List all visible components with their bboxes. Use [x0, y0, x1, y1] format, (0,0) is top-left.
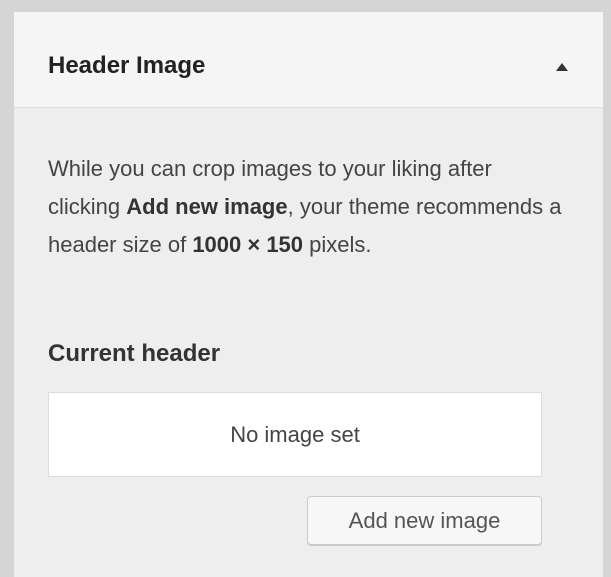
- description-text-3: pixels.: [303, 232, 372, 257]
- description-size: 1000 × 150: [192, 232, 304, 257]
- triangle-up-icon: [556, 63, 568, 71]
- panel-header[interactable]: Header Image: [14, 12, 603, 108]
- header-image-panel: Header Image: [14, 12, 603, 577]
- panel-title: Header Image: [48, 52, 206, 79]
- current-header-label: Current header: [48, 340, 221, 367]
- current-header-preview: No image set: [48, 392, 542, 477]
- no-image-set-text: No image set: [230, 422, 360, 447]
- description-button-name: Add new image: [126, 194, 288, 219]
- add-new-image-button[interactable]: Add new image: [307, 496, 542, 545]
- collapse-toggle-button[interactable]: [548, 52, 578, 82]
- header-size-description: While you can crop images to your liking…: [48, 150, 568, 264]
